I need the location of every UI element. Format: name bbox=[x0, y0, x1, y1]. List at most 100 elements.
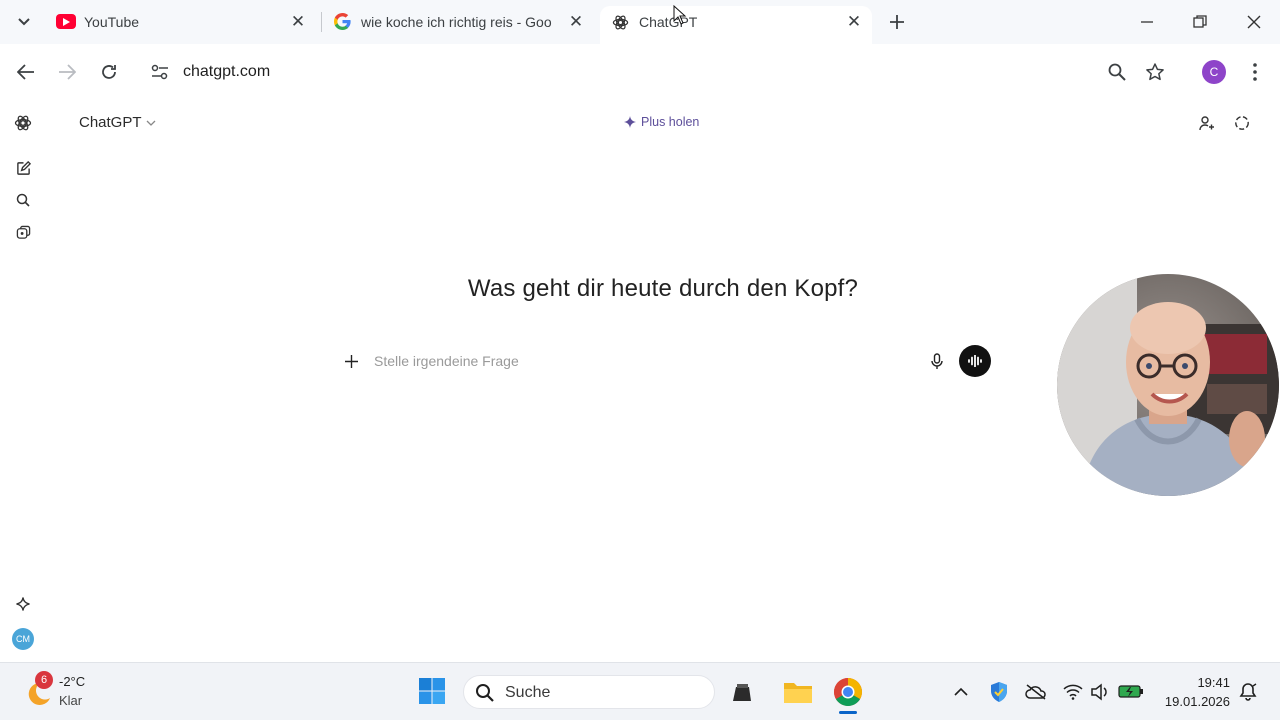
user-initials: CM bbox=[16, 634, 30, 644]
profile-initial: C bbox=[1209, 65, 1219, 79]
close-icon[interactable]: ✕ bbox=[290, 12, 306, 31]
search-icon bbox=[1108, 63, 1126, 81]
microphone-icon bbox=[931, 352, 943, 369]
weather-description: Klar bbox=[59, 693, 83, 708]
weather-badge: 6 bbox=[35, 671, 53, 689]
new-chat-button[interactable] bbox=[12, 157, 34, 179]
model-selector[interactable]: ChatGPT bbox=[79, 114, 156, 131]
chat-composer: Stelle irgendeine Frage bbox=[333, 340, 997, 382]
edit-icon bbox=[16, 160, 31, 175]
close-icon[interactable]: ✕ bbox=[846, 12, 862, 31]
windows-taskbar: 6 -2°C Klar Suche 19:41 19.01.2026 bbox=[0, 662, 1280, 720]
file-explorer-button[interactable] bbox=[783, 679, 813, 705]
back-button[interactable] bbox=[12, 58, 40, 86]
weather-widget[interactable]: 6 -2°C Klar bbox=[22, 669, 132, 715]
close-window-button[interactable] bbox=[1245, 13, 1263, 31]
mouse-cursor-icon bbox=[673, 5, 687, 25]
notifications-button[interactable] bbox=[1238, 682, 1258, 702]
defender-icon[interactable] bbox=[989, 681, 1009, 703]
browser-toolbar: chatgpt.com C bbox=[0, 44, 1280, 100]
bookmark-button[interactable] bbox=[1141, 58, 1169, 86]
chrome-button[interactable] bbox=[833, 677, 863, 714]
forward-button[interactable] bbox=[53, 58, 81, 86]
volume-icon[interactable] bbox=[1090, 683, 1110, 701]
tune-icon bbox=[151, 64, 168, 80]
upgrade-button[interactable] bbox=[12, 593, 34, 615]
user-avatar[interactable]: CM bbox=[12, 628, 34, 650]
chevron-down-icon bbox=[146, 120, 155, 126]
active-indicator bbox=[839, 711, 857, 714]
task-view-button[interactable] bbox=[731, 681, 753, 703]
onedrive-offline-icon[interactable] bbox=[1025, 683, 1047, 701]
task-view-icon bbox=[733, 684, 751, 701]
tab-search-button[interactable] bbox=[14, 12, 34, 32]
webcam-overlay bbox=[1057, 274, 1279, 496]
temperature-label: -2°C bbox=[59, 674, 86, 689]
star-icon bbox=[1146, 63, 1164, 81]
search-icon bbox=[16, 193, 30, 207]
tab-label: wie koche ich richtig reis - Goo bbox=[361, 14, 552, 30]
battery-icon[interactable] bbox=[1118, 683, 1144, 699]
minimize-button[interactable] bbox=[1138, 14, 1156, 30]
plus-icon bbox=[344, 354, 358, 368]
show-hidden-icons-button[interactable] bbox=[952, 683, 970, 701]
chevron-down-icon bbox=[18, 18, 30, 26]
site-info-button[interactable] bbox=[146, 58, 174, 86]
dashed-circle-icon bbox=[1235, 116, 1249, 130]
restore-button[interactable] bbox=[1191, 13, 1209, 31]
dictate-button[interactable] bbox=[927, 351, 947, 371]
get-plus-label: Plus holen bbox=[641, 115, 700, 129]
wifi-icon[interactable] bbox=[1063, 684, 1083, 700]
browser-menu-button[interactable] bbox=[1241, 58, 1269, 86]
close-icon[interactable]: ✕ bbox=[568, 12, 584, 31]
clock-date: 19.01.2026 bbox=[1164, 694, 1230, 709]
address-bar[interactable]: chatgpt.com bbox=[183, 63, 270, 81]
chatgpt-logo-button[interactable] bbox=[12, 112, 34, 134]
folder-icon bbox=[784, 683, 812, 703]
chevron-up-icon bbox=[954, 687, 968, 696]
google-icon bbox=[334, 13, 351, 30]
attach-button[interactable] bbox=[342, 352, 360, 370]
share-button[interactable] bbox=[1196, 112, 1218, 134]
new-tab-button[interactable] bbox=[886, 11, 908, 33]
sparkle-icon bbox=[624, 116, 636, 128]
voice-mode-button[interactable] bbox=[959, 345, 991, 377]
windows-logo-icon bbox=[419, 678, 445, 704]
start-button[interactable] bbox=[418, 677, 446, 705]
get-plus-button[interactable]: Plus holen bbox=[624, 115, 699, 129]
add-person-icon bbox=[1199, 116, 1214, 131]
bell-icon bbox=[1239, 683, 1257, 701]
images-icon bbox=[16, 225, 30, 239]
profile-avatar[interactable]: C bbox=[1202, 60, 1226, 84]
search-icon bbox=[476, 684, 494, 702]
reload-button[interactable] bbox=[95, 58, 123, 86]
tab-label: YouTube bbox=[84, 14, 140, 30]
zoom-button[interactable] bbox=[1103, 58, 1131, 86]
plus-icon bbox=[890, 15, 904, 29]
search-chats-button[interactable] bbox=[12, 189, 34, 211]
tab-divider bbox=[321, 12, 322, 32]
more-vert-icon bbox=[1253, 63, 1257, 81]
images-button[interactable] bbox=[12, 221, 34, 243]
model-name-label: ChatGPT bbox=[79, 114, 142, 131]
tab-youtube[interactable]: YouTube ✕ bbox=[48, 6, 316, 38]
tab-label: ChatGPT bbox=[639, 14, 698, 30]
close-icon bbox=[1247, 15, 1261, 29]
chrome-icon bbox=[834, 678, 862, 706]
tab-strip: YouTube ✕ wie koche ich richtig reis - G… bbox=[0, 0, 1280, 44]
youtube-icon bbox=[56, 14, 76, 29]
tab-google-search[interactable]: wie koche ich richtig reis - Goo ✕ bbox=[326, 6, 594, 38]
clock-time: 19:41 bbox=[1197, 675, 1230, 690]
system-clock[interactable]: 19:41 19.01.2026 bbox=[1165, 673, 1230, 711]
tab-chatgpt[interactable]: ChatGPT ✕ bbox=[600, 6, 872, 44]
temporary-chat-button[interactable] bbox=[1231, 112, 1253, 134]
page-title: Was geht dir heute durch den Kopf? bbox=[467, 275, 859, 302]
waveform-icon bbox=[968, 355, 982, 367]
arrow-left-icon bbox=[17, 64, 34, 80]
chatgpt-icon bbox=[14, 115, 32, 131]
sparkle-icon bbox=[16, 597, 30, 611]
chatgpt-icon bbox=[612, 14, 629, 31]
taskbar-search[interactable]: Suche bbox=[463, 675, 715, 709]
arrow-right-icon bbox=[59, 64, 76, 80]
chat-input[interactable]: Stelle irgendeine Frage bbox=[374, 353, 519, 369]
